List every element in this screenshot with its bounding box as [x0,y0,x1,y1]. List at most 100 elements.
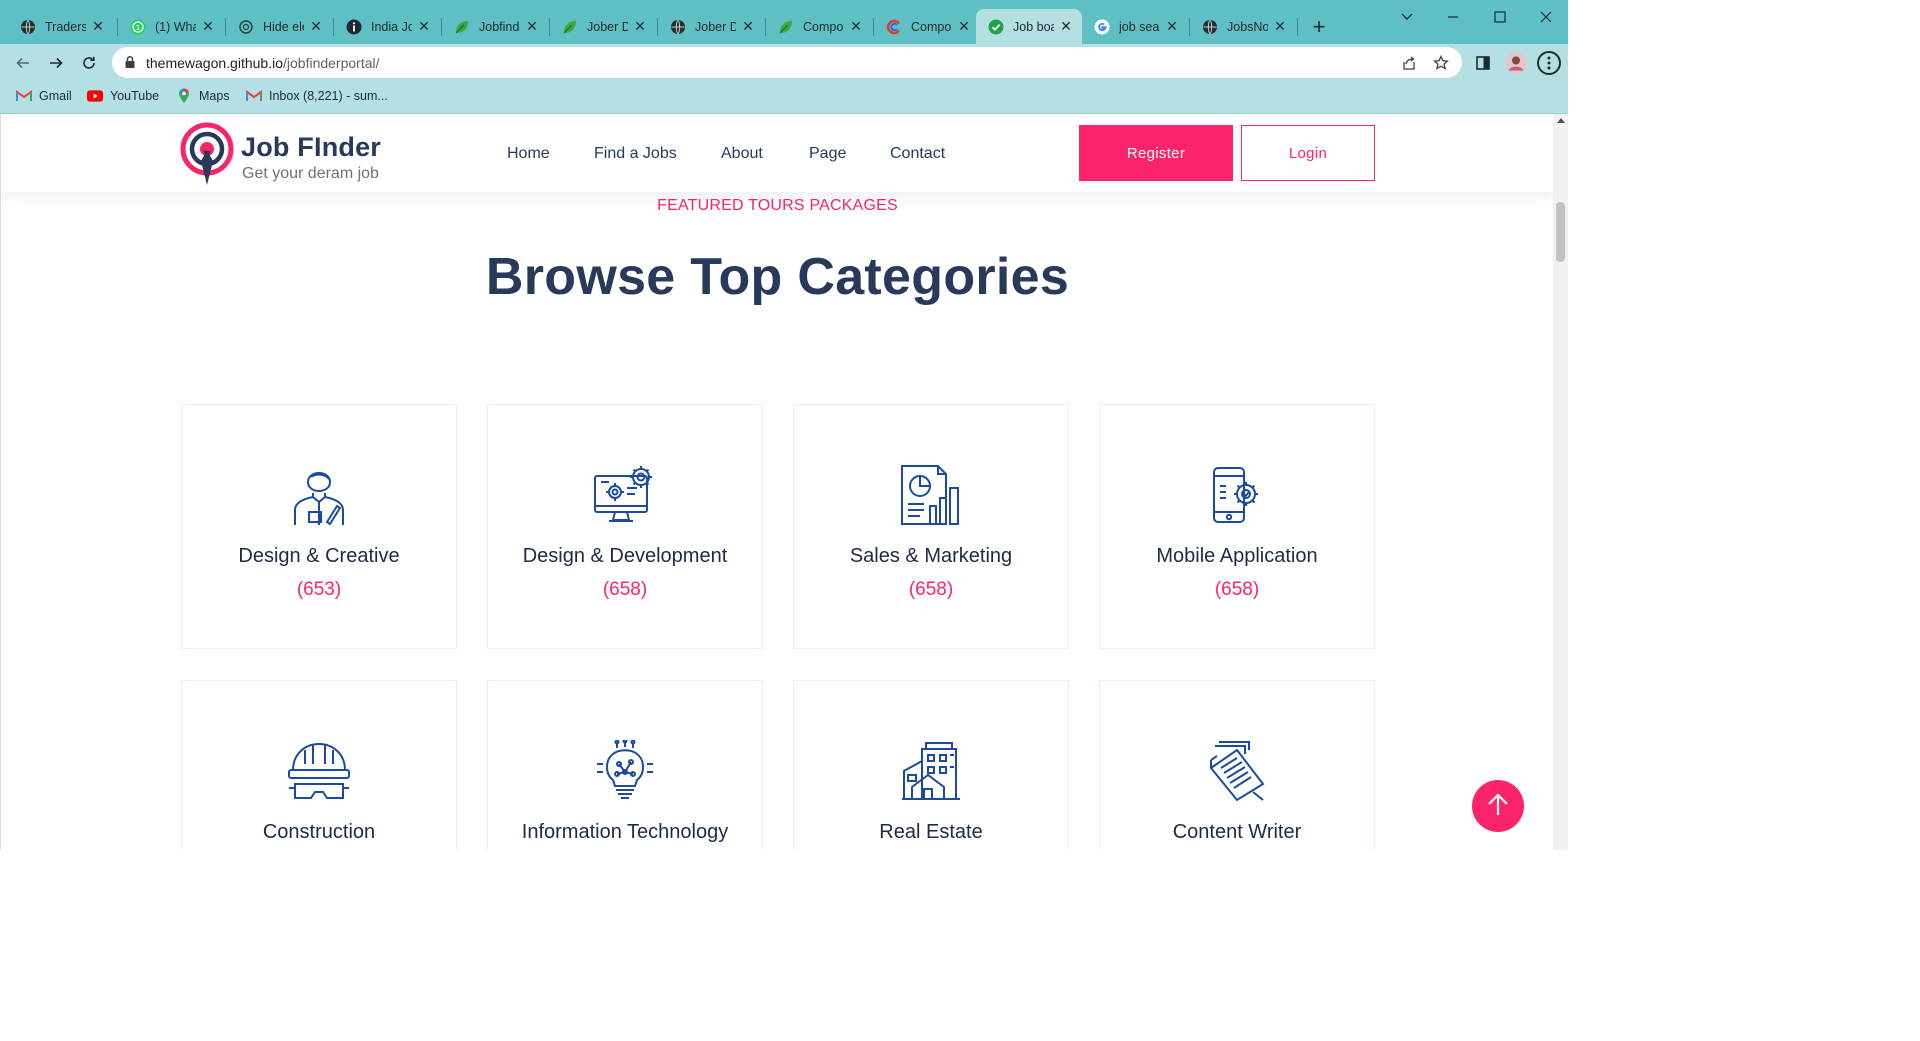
address-bar[interactable]: themewagon.github.io/jobfinderportal/ [112,47,1462,78]
browser-tab-active[interactable]: Job boa ✕ [976,9,1082,44]
share-icon[interactable] [1400,54,1418,72]
close-tab-icon[interactable]: ✕ [1164,18,1180,35]
bookmark-maps[interactable]: Maps [176,88,230,104]
codepen-c-icon [886,19,902,35]
scrollbar-thumb[interactable] [1556,202,1565,262]
arrow-up-icon [1487,792,1509,820]
monitor-gears-icon [488,463,762,527]
tab-title: Job boa [1013,19,1054,34]
openai-icon [238,19,254,35]
category-name: Information Technology [521,821,729,843]
category-card-mobile-application[interactable]: Mobile Application (658) [1099,404,1375,649]
category-card-sales-marketing[interactable]: Sales & Marketing (658) [793,404,1069,649]
profile-avatar[interactable] [1505,52,1527,74]
section-eyebrow: FEATURED TOURS PACKAGES [657,197,898,214]
login-button[interactable]: Login [1241,125,1375,181]
category-name: Construction [262,821,376,843]
browser-toolbar: themewagon.github.io/jobfinderportal/ [0,44,1568,81]
browser-tab[interactable]: Jober D ✕ [550,9,656,44]
job-finder-logo-icon [179,121,235,192]
reload-icon[interactable] [76,50,102,76]
scroll-to-top-button[interactable] [1472,780,1524,832]
browser-tab[interactable]: India Jo ✕ [334,9,440,44]
tab-title: Compo [803,19,844,34]
category-card-design-creative[interactable]: Design & Creative (653) [181,404,457,649]
scroll-up-arrow-icon[interactable] [1557,118,1565,123]
bookmark-star-icon[interactable] [1432,54,1450,72]
category-name: Real Estate [879,821,983,843]
buildings-icon [794,739,1068,803]
close-tab-icon[interactable]: ✕ [200,18,216,35]
tab-title: Jober D [695,19,736,34]
category-count: (658) [602,579,648,600]
browser-tab[interactable]: Traders ✕ [8,9,114,44]
gmail-icon [16,88,32,104]
google-icon [1094,19,1110,35]
minimize-icon[interactable] [1438,6,1468,28]
browser-tab-strip: Traders ✕ 1 (1) Wha ✕ Hide ele ✕ India J… [0,0,1568,44]
browser-tab[interactable]: Hide ele ✕ [226,9,332,44]
bookmark-label: YouTube [110,89,160,103]
close-tab-icon[interactable]: ✕ [848,18,864,35]
close-tab-icon[interactable]: ✕ [632,18,648,35]
tab-search-chevron-icon[interactable] [1392,6,1422,28]
nav-find-a-jobs[interactable]: Find a Jobs [594,145,677,163]
close-tab-icon[interactable]: ✕ [1272,18,1288,35]
category-card-design-development[interactable]: Design & Development (658) [487,404,763,649]
category-card-real-estate[interactable]: Real Estate [793,680,1069,850]
close-tab-icon[interactable]: ✕ [1058,18,1074,35]
browser-tab[interactable]: 1 (1) Wha ✕ [118,9,224,44]
category-name: Design & Creative [238,545,400,567]
brand-name: Job FInder [241,132,382,162]
close-window-icon[interactable] [1531,6,1561,28]
bookmark-label: Inbox (8,221) - sum... [269,89,388,103]
designer-person-icon [182,463,456,527]
browser-tab[interactable]: Jobfinde ✕ [442,9,548,44]
browser-tab[interactable]: job sear ✕ [1082,9,1188,44]
maximize-icon[interactable] [1485,6,1515,28]
url-text: themewagon.github.io/jobfinderportal/ [146,55,380,71]
nav-page[interactable]: Page [809,145,846,163]
nav-home[interactable]: Home [507,145,550,163]
register-button[interactable]: Register [1079,125,1233,181]
category-card-content-writer[interactable]: Content Writer [1099,680,1375,850]
browser-tab[interactable]: JobsNo ✕ [1190,9,1296,44]
site-header: Job FInder Get your deram job Home Find … [1,114,1553,192]
site-logo[interactable]: Job FInder Get your deram job [179,119,399,187]
close-tab-icon[interactable]: ✕ [956,18,972,35]
category-count: (653) [296,579,342,600]
whatsapp-icon: 1 [130,19,146,35]
close-tab-icon[interactable]: ✕ [308,18,324,35]
browser-tab[interactable]: Compo ✕ [766,9,872,44]
bookmark-gmail[interactable]: Gmail [16,88,72,104]
nav-contact[interactable]: Contact [890,145,945,163]
close-tab-icon[interactable]: ✕ [524,18,540,35]
close-tab-icon[interactable]: ✕ [740,18,756,35]
browser-tab[interactable]: Jober D ✕ [658,9,764,44]
back-arrow-icon[interactable] [10,50,36,76]
section-title: Browse Top Categories [485,248,1070,306]
category-card-construction[interactable]: Construction [181,680,457,850]
svg-text:1: 1 [136,24,140,32]
tab-title: Traders [45,19,86,34]
browser-menu-kebab-icon[interactable] [1537,51,1561,75]
tab-separator [1297,18,1298,36]
side-panel-icon[interactable] [1472,52,1494,74]
browser-tab[interactable]: Compo ✕ [874,9,980,44]
tab-title: job sear [1119,19,1160,34]
category-card-information-technology[interactable]: Information Technology [487,680,763,850]
new-tab-button[interactable]: + [1306,14,1332,40]
tab-title: JobsNo [1227,19,1268,34]
globe-icon [670,19,686,35]
close-tab-icon[interactable]: ✕ [90,18,106,35]
green-leaf-icon [562,19,578,35]
page-scrollbar[interactable] [1553,114,1568,850]
sales-report-icon [794,463,1068,527]
category-name: Content Writer [1172,821,1302,843]
forward-arrow-icon[interactable] [43,50,69,76]
bookmark-youtube[interactable]: YouTube [87,88,159,104]
bookmark-inbox[interactable]: Inbox (8,221) - sum... [246,88,388,104]
brand-tagline: Get your deram job [242,165,379,182]
nav-about[interactable]: About [721,145,763,163]
close-tab-icon[interactable]: ✕ [416,18,432,35]
